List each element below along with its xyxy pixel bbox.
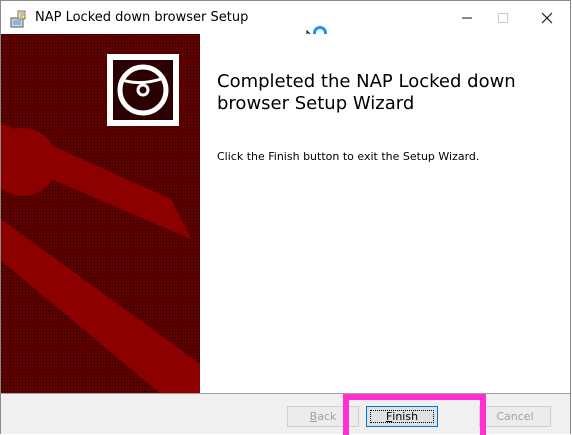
minimize-icon (462, 17, 472, 18)
cancel-button[interactable]: Cancel (479, 406, 551, 427)
finish-focus-ring (370, 410, 434, 423)
setup-window: NAP Locked down browser Setup Completed … (0, 0, 571, 434)
title-bar[interactable]: NAP Locked down browser Setup (1, 1, 570, 53)
banner-graphic (1, 34, 200, 393)
completion-message: Click the Finish button to exit the Setu… (217, 150, 480, 163)
close-button[interactable] (524, 1, 570, 34)
cancel-label: Cancel (496, 410, 534, 423)
maximize-icon (498, 12, 508, 23)
back-label-rest: ack (317, 410, 337, 423)
button-bar: Back Finish Cancel (1, 393, 570, 434)
window-title: NAP Locked down browser Setup (35, 10, 249, 25)
close-icon (541, 12, 553, 23)
back-button[interactable]: Back (287, 406, 359, 427)
back-mnemonic: B (309, 410, 318, 423)
wizard-content: Completed the NAP Locked down browser Se… (200, 34, 570, 393)
finish-button[interactable]: Finish (366, 406, 438, 427)
maximize-button[interactable] (480, 1, 526, 34)
completion-heading: Completed the NAP Locked down browser Se… (217, 71, 516, 114)
wizard-banner-image (1, 34, 200, 393)
installer-app-icon (10, 10, 26, 28)
